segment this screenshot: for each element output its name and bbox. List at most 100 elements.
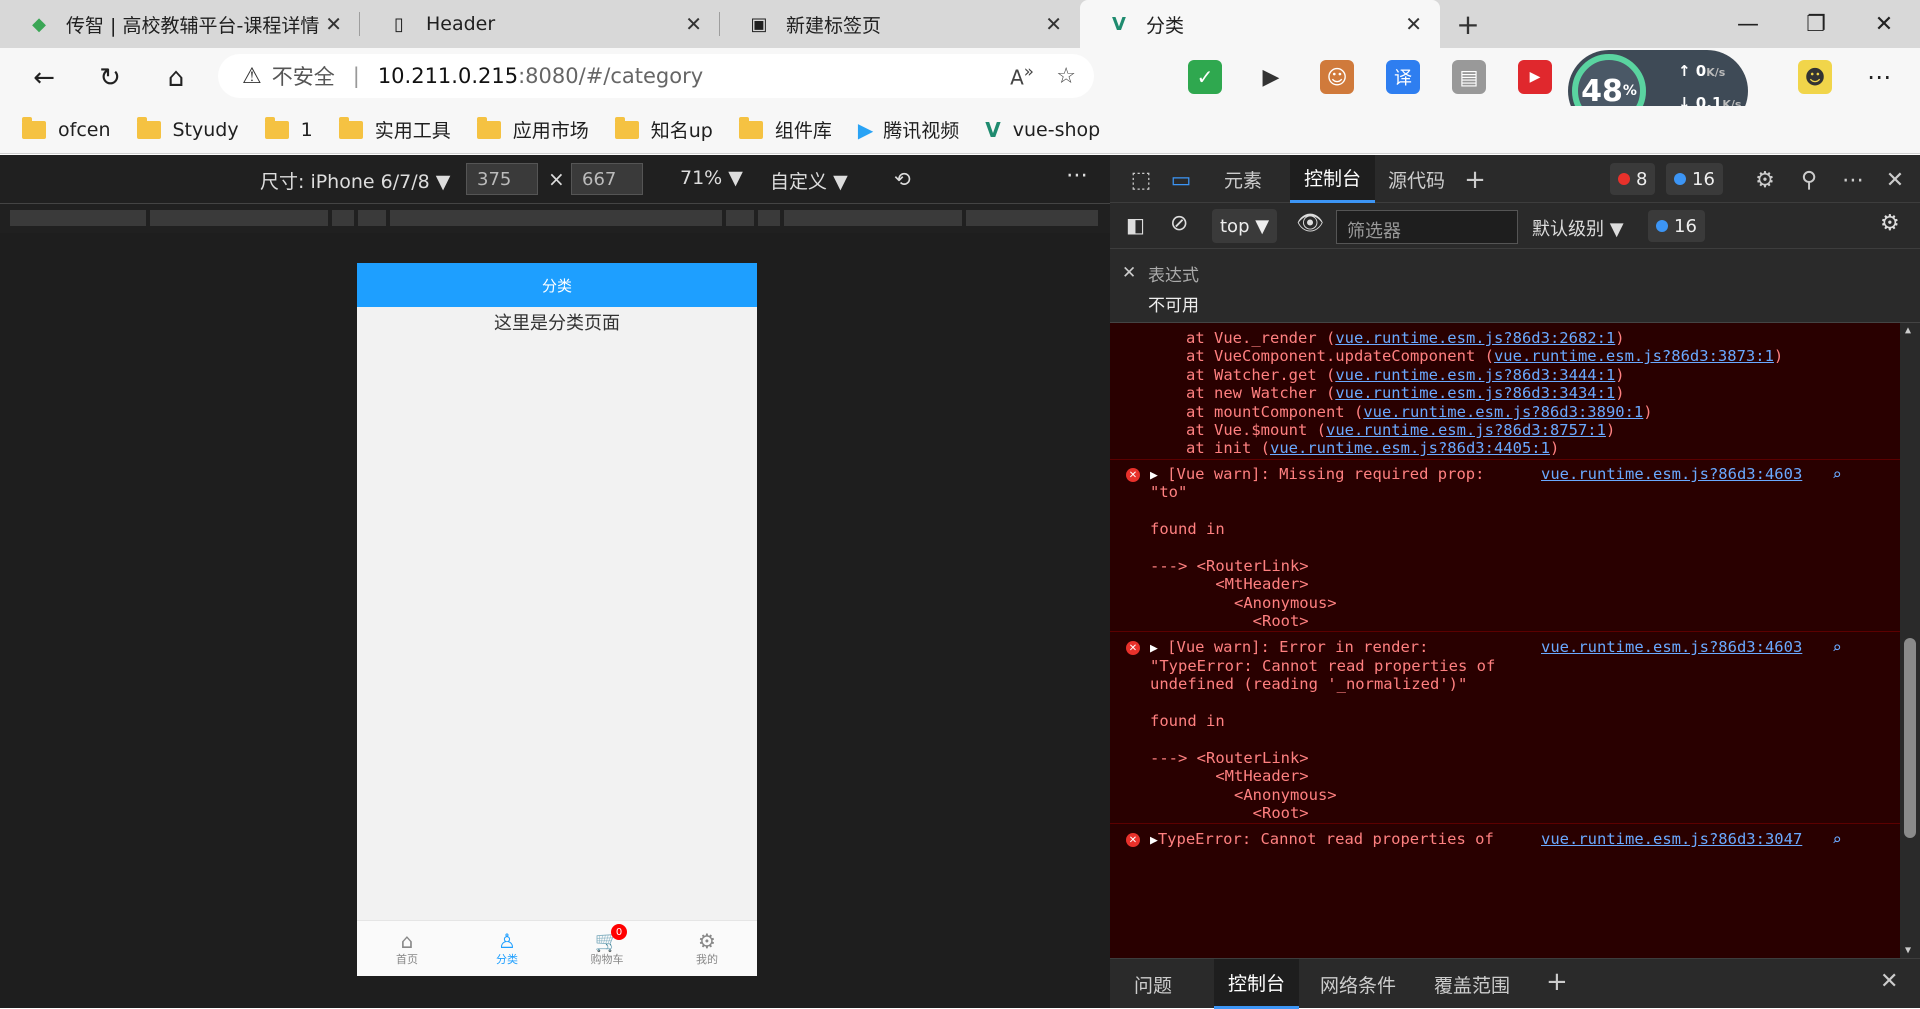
ruler-segment[interactable] [758, 210, 782, 226]
close-tab-icon[interactable]: ✕ [325, 12, 342, 36]
more-icon[interactable]: ⋯ [1838, 165, 1868, 195]
more-menu-icon[interactable]: ⋯ [1862, 60, 1896, 94]
source-link[interactable]: vue.runtime.esm.js?86d3:2682:1 [1335, 329, 1615, 347]
source-link[interactable]: vue.runtime.esm.js?86d3:3444:1 [1335, 366, 1615, 384]
close-tab-icon[interactable]: ✕ [685, 12, 702, 36]
address-bar[interactable]: ⚠ 不安全 | 10.211.0.215 :8080/#/category A»… [218, 54, 1094, 98]
ruler-segment[interactable] [150, 210, 330, 226]
play-extension-icon[interactable]: ▶ [1254, 60, 1288, 94]
bookmark-folder[interactable]: 实用工具 [338, 116, 451, 143]
source-link[interactable]: vue.runtime.esm.js?86d3:4603 [1541, 638, 1802, 656]
close-drawer-icon[interactable]: ✕ [1880, 969, 1898, 994]
reader-extension-icon[interactable]: ▤ [1452, 60, 1486, 94]
eye-icon[interactable]: 👁 [1296, 211, 1324, 236]
profile-avatar[interactable]: ☻ [1798, 60, 1832, 94]
tabbar-item-category[interactable]: ♙ 分类 [457, 921, 557, 976]
scroll-down-icon[interactable]: ▼ [1905, 945, 1911, 956]
video-extension-icon[interactable]: ▶ [1518, 60, 1552, 94]
bookmark-folder[interactable]: ofcen [22, 116, 111, 141]
ruler-segment[interactable] [332, 210, 356, 226]
add-drawer-tab-icon[interactable]: + [1546, 967, 1568, 997]
shield-extension-icon[interactable]: ✓ [1188, 60, 1222, 94]
width-input[interactable]: 375 [466, 163, 538, 195]
add-tab-icon[interactable]: + [1460, 165, 1490, 195]
back-button[interactable]: ← [22, 56, 66, 100]
source-link[interactable]: vue.runtime.esm.js?86d3:3873:1 [1494, 347, 1774, 365]
throttle-select[interactable]: 自定义 ▼ [770, 167, 848, 194]
search-icon[interactable]: ⌕ [1832, 830, 1842, 849]
read-aloud-icon[interactable]: A» [1010, 62, 1034, 90]
home-button[interactable]: ⌂ [154, 56, 198, 100]
bookmark-link[interactable]: Vvue-shop [985, 118, 1100, 142]
tabbar-item-mine[interactable]: ⚙ 我的 [657, 921, 757, 976]
zoom-select[interactable]: 71% ▼ [680, 167, 743, 189]
tab-sources[interactable]: 源代码 [1374, 155, 1459, 203]
drawer-tab-network-conditions[interactable]: 网络条件 [1306, 959, 1410, 1009]
ruler-segment[interactable] [10, 210, 148, 226]
bookmark-folder[interactable]: 组件库 [738, 116, 832, 143]
tab-elements[interactable]: 元素 [1210, 155, 1276, 203]
gear-icon[interactable]: ⚙ [1750, 165, 1780, 195]
tab-category[interactable]: V 分类 ✕ [1080, 0, 1440, 48]
filter-input[interactable]: 筛选器 [1336, 210, 1518, 244]
close-expression-icon[interactable]: ✕ [1122, 263, 1136, 283]
context-select[interactable]: top ▼ [1212, 209, 1278, 243]
more-options-icon[interactable]: ⋯ [1066, 163, 1088, 188]
minimize-button[interactable]: — [1714, 0, 1782, 48]
warning-icon[interactable]: ⚠ [242, 64, 262, 89]
tabbar-item-cart[interactable]: 🛒 购物车 0 [557, 921, 657, 976]
source-link[interactable]: vue.runtime.esm.js?86d3:8757:1 [1326, 421, 1606, 439]
tabbar-item-home[interactable]: ⌂ 首页 [357, 921, 457, 976]
bookmark-folder[interactable]: 应用市场 [476, 116, 589, 143]
message-expand[interactable]: ▶ [Vue warn]: Error in render: [1150, 638, 1428, 656]
close-tab-icon[interactable]: ✕ [1045, 12, 1062, 36]
security-label[interactable]: 不安全 [272, 61, 335, 91]
bookmark-folder[interactable]: 1 [264, 116, 313, 141]
clear-console-icon[interactable]: ⊘ [1170, 211, 1188, 236]
monkey-extension-icon[interactable]: ☺ [1320, 60, 1354, 94]
search-icon[interactable]: ⌕ [1832, 638, 1842, 657]
source-link[interactable]: vue.runtime.esm.js?86d3:3047 [1541, 830, 1802, 848]
source-link[interactable]: vue.runtime.esm.js?86d3:3890:1 [1363, 403, 1643, 421]
tab-header[interactable]: ▯ Header ✕ [360, 0, 720, 48]
new-tab-button[interactable]: + [1440, 0, 1496, 48]
expression-label[interactable]: 表达式 [1148, 261, 1199, 286]
scroll-up-icon[interactable]: ▲ [1905, 325, 1911, 336]
bookmark-link[interactable]: ▶ 腾讯视频 [858, 116, 959, 143]
gear-icon[interactable]: ⚙ [1880, 211, 1900, 236]
scrollbar-thumb[interactable] [1904, 638, 1916, 838]
close-tab-icon[interactable]: ✕ [1405, 12, 1422, 36]
search-icon[interactable]: ⌕ [1832, 465, 1842, 484]
ruler-segment[interactable] [784, 210, 964, 226]
maximize-button[interactable]: ❐ [1782, 0, 1850, 48]
ruler-segment[interactable] [966, 210, 1100, 226]
source-link[interactable]: vue.runtime.esm.js?86d3:4405:1 [1270, 439, 1550, 457]
ruler-segment[interactable] [726, 210, 756, 226]
ruler-segment[interactable] [358, 210, 388, 226]
drawer-tab-console[interactable]: 控制台 [1214, 959, 1300, 1009]
refresh-button[interactable]: ↻ [88, 56, 132, 100]
message-expand[interactable]: ▶ [Vue warn]: Missing required prop: [1150, 465, 1484, 483]
bookmark-folder[interactable]: 知名up [614, 116, 713, 143]
source-link[interactable]: vue.runtime.esm.js?86d3:4603 [1541, 465, 1802, 483]
device-toggle-icon[interactable]: ▭ [1166, 165, 1196, 195]
level-select[interactable]: 默认级别 ▼ [1532, 215, 1624, 241]
close-devtools-icon[interactable]: ✕ [1880, 165, 1910, 195]
error-count-badge[interactable]: 8 [1610, 163, 1656, 195]
console-scrollbar[interactable]: ▲ ▼ [1900, 323, 1920, 958]
sidebar-toggle-icon[interactable]: ◧ [1126, 213, 1145, 237]
drawer-tab-issues[interactable]: 问题 [1120, 959, 1186, 1009]
close-window-button[interactable]: ✕ [1850, 0, 1918, 48]
tab-chuanzhi[interactable]: ◆ 传智 | 高校教辅平台-课程详情 ✕ [0, 0, 360, 48]
translate-extension-icon[interactable]: 译 [1386, 60, 1420, 94]
drawer-tab-coverage[interactable]: 覆盖范围 [1420, 959, 1524, 1009]
rotate-icon[interactable]: ⟲ [894, 167, 911, 191]
source-link[interactable]: vue.runtime.esm.js?86d3:3434:1 [1335, 384, 1615, 402]
ruler-segment[interactable] [390, 210, 724, 226]
tab-newtab[interactable]: ▣ 新建标签页 ✕ [720, 0, 1080, 48]
bookmark-folder[interactable]: Styudy [136, 116, 239, 141]
add-favorite-icon[interactable]: ☆ [1056, 64, 1076, 89]
customize-icon[interactable]: ⚲ [1794, 165, 1824, 195]
message-expand[interactable]: ▶TypeError: Cannot read properties of [1150, 830, 1494, 848]
message-count-badge[interactable]: 16 [1666, 163, 1723, 195]
